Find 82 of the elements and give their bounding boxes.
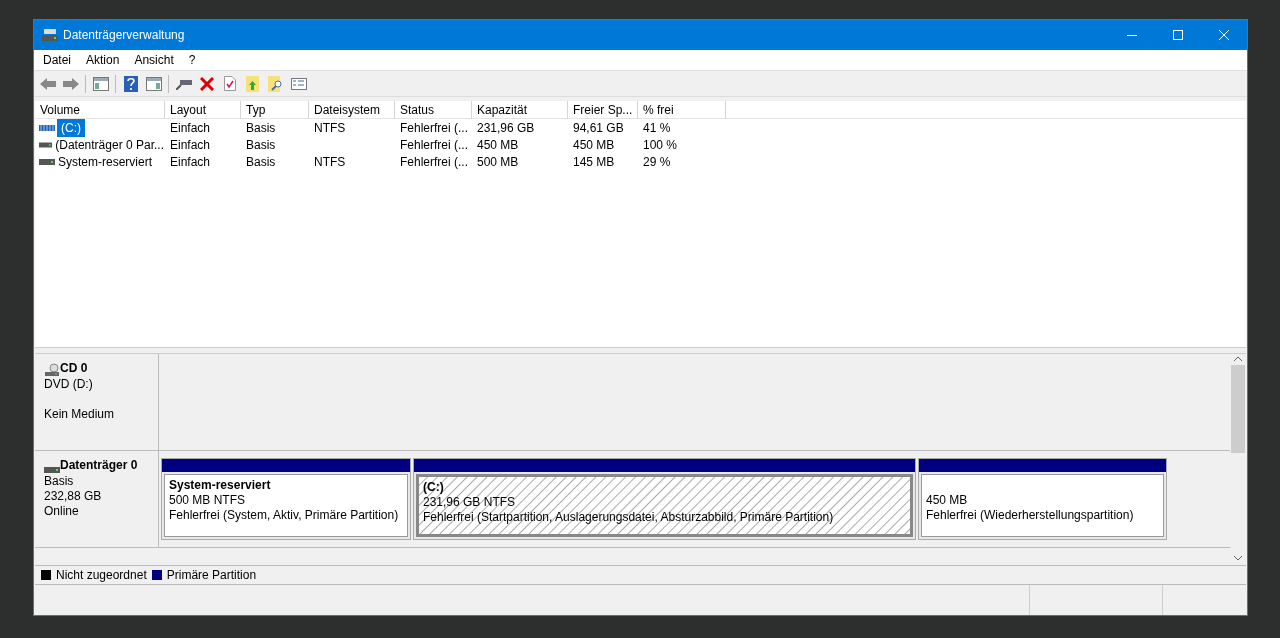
panel-icon xyxy=(92,76,109,91)
folder-search-icon xyxy=(268,75,283,92)
table-cell: 500 MB xyxy=(477,154,519,169)
delete-icon xyxy=(199,76,214,91)
disk-info: DVD (D:) xyxy=(44,377,94,392)
table-cell: 29 % xyxy=(643,154,671,169)
partition-body[interactable]: (C:) 231,96 GB NTFS Fehlerfrei (Startpartition, Auslagerungsdatei, Absturzabbild, Primäre Partition) xyxy=(416,474,913,537)
table-cell: Einfach xyxy=(170,137,211,152)
checked-document-icon xyxy=(223,76,236,91)
partition-size: 500 MB NTFS xyxy=(169,493,247,508)
disk-label-panel[interactable]: Datenträger 0 Basis 232,88 GB Online xyxy=(35,451,159,547)
partition-name: (C:) xyxy=(423,480,445,495)
close-icon xyxy=(1219,30,1229,40)
disk-label-panel[interactable]: CD 0 DVD (D:) Kein Medium xyxy=(35,354,159,450)
table-cell: Einfach xyxy=(170,154,211,169)
column-header[interactable]: Status xyxy=(395,101,472,119)
partition-status: Fehlerfrei (Wiederherstellungspartition) xyxy=(926,508,1135,523)
disk-name: Datenträger 0 xyxy=(60,457,138,474)
partition-body[interactable]: System-reserviert 500 MB NTFS Fehlerfrei (System, Aktiv, Primäre Partition) xyxy=(164,474,408,537)
table-cell: Fehlerfrei (... xyxy=(400,137,468,152)
table-cell: Basis xyxy=(246,120,276,135)
partition-block[interactable]: (C:) 231,96 GB NTFS Fehlerfrei (Startpartition, Auslagerungsdatei, Absturzabbild, Primäre Partition) xyxy=(413,458,916,540)
drive-label[interactable]: (Datenträger 0 Par... xyxy=(54,135,165,154)
table-cell: NTFS xyxy=(314,154,346,169)
partition-size: 450 MB xyxy=(926,493,969,508)
drive-icon xyxy=(39,157,55,166)
partition-name: System-reserviert xyxy=(169,478,272,493)
menu-item[interactable]: Ansicht xyxy=(128,51,180,69)
scroll-up-icon xyxy=(1234,356,1242,361)
disk-name: CD 0 xyxy=(60,360,88,377)
minimize-icon xyxy=(1127,34,1137,36)
column-header[interactable]: Kapazität xyxy=(472,101,568,119)
legend-label: Primäre Partition xyxy=(166,567,257,584)
maximize-icon xyxy=(1173,30,1183,40)
panel-icon xyxy=(145,76,162,91)
disk-info: Kein Medium xyxy=(44,407,116,422)
folder-up-icon xyxy=(246,75,259,92)
back-arrow-icon xyxy=(39,77,56,90)
column-header[interactable]: Typ xyxy=(241,101,309,119)
table-cell: NTFS xyxy=(314,120,346,135)
table-cell: 94,61 GB xyxy=(573,120,624,135)
table-cell: Fehlerfrei (... xyxy=(400,120,468,135)
legend-label: Nicht zugeordnet xyxy=(56,567,147,584)
partition-body[interactable]: 450 MB Fehlerfrei (Wiederherstellungspartition) xyxy=(921,474,1164,537)
partition-block[interactable]: System-reserviert 500 MB NTFS Fehlerfrei (System, Aktiv, Primäre Partition) xyxy=(161,458,411,540)
table-cell: 100 % xyxy=(643,137,678,152)
table-cell: 145 MB xyxy=(573,154,615,169)
table-cell: 450 MB xyxy=(573,137,615,152)
column-header[interactable]: % frei xyxy=(638,101,726,119)
drive-label[interactable]: System-reserviert xyxy=(57,152,153,171)
disk-management-icon xyxy=(42,28,58,42)
disk-info: Basis xyxy=(44,474,75,489)
column-header[interactable]: Freier Sp... xyxy=(568,101,638,119)
cd-drive-icon xyxy=(44,363,60,377)
scrollbar-thumb[interactable] xyxy=(1231,365,1245,453)
partition-block[interactable]: 450 MB Fehlerfrei (Wiederherstellungspartition) xyxy=(918,458,1167,540)
table-cell: 41 % xyxy=(643,120,671,135)
table-cell: Basis xyxy=(246,137,276,152)
checklist-icon xyxy=(290,77,307,90)
drive-icon xyxy=(44,466,60,474)
menu-item[interactable]: Aktion xyxy=(80,51,126,69)
drive-icon xyxy=(39,140,53,149)
column-header[interactable]: Layout xyxy=(165,101,241,119)
scroll-down-icon xyxy=(1234,556,1242,561)
menu-item[interactable]: ? xyxy=(182,51,202,69)
table-cell: Basis xyxy=(246,154,276,169)
disk-info: 232,88 GB xyxy=(44,489,103,504)
disk-info: Online xyxy=(44,504,80,519)
partition-size: 231,96 GB NTFS xyxy=(423,495,517,510)
table-cell: Einfach xyxy=(170,120,211,135)
partition-status: Fehlerfrei (System, Aktiv, Primäre Partition) xyxy=(169,508,400,523)
drive-connect-icon xyxy=(175,77,192,90)
forward-arrow-icon xyxy=(62,77,79,90)
partition-status: Fehlerfrei (Startpartition, Auslagerungsdatei, Absturzabbild, Primäre Partition) xyxy=(423,510,835,525)
drive-icon xyxy=(39,123,55,132)
window-title: Datenträgerverwaltung xyxy=(63,27,185,44)
help-icon xyxy=(123,75,138,92)
table-cell: 231,96 GB xyxy=(477,120,535,135)
table-cell: 450 MB xyxy=(477,137,519,152)
menu-item[interactable]: Datei xyxy=(37,51,77,69)
column-header[interactable]: Dateisystem xyxy=(309,101,395,119)
table-cell: Fehlerfrei (... xyxy=(400,154,468,169)
